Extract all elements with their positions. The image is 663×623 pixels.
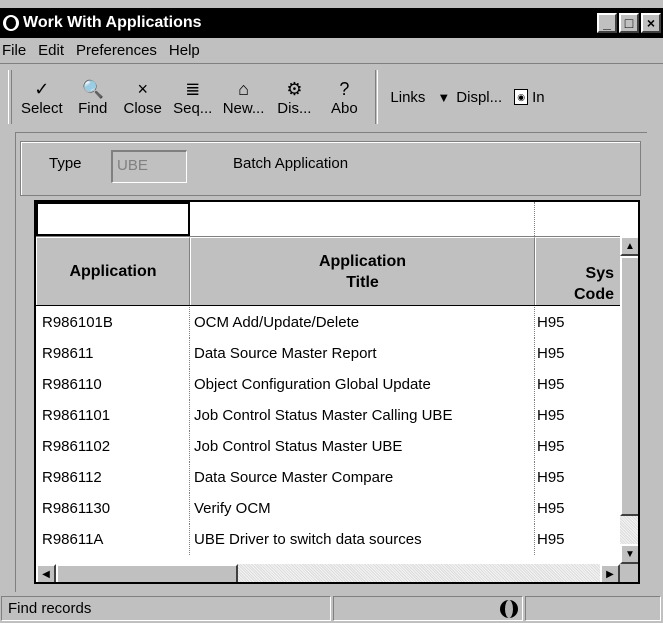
qbe-title-input[interactable] (190, 202, 535, 236)
maximize-button[interactable]: □ (619, 13, 639, 33)
table-row[interactable]: R98611A UBE Driver to switch data sources… (36, 524, 620, 555)
display-button[interactable]: ⚙ Dis... (269, 68, 319, 126)
cell-title[interactable]: OCM Add/Update/Delete (190, 307, 535, 338)
cell-syscode[interactable]: H95 (535, 307, 620, 338)
cell-title[interactable]: Object Configuration Global Update (190, 369, 535, 400)
horizontal-scroll-thumb[interactable] (56, 564, 238, 582)
vertical-scroll-thumb[interactable] (620, 256, 638, 516)
toolbar: ✓ Select 🔍 Find × Close ≣ Seq... ⌂ New..… (8, 68, 663, 126)
dropdown-triangle-icon: ▼ (437, 89, 451, 105)
cell-application[interactable]: R9861102 (36, 431, 190, 462)
cell-syscode[interactable]: H95 (535, 369, 620, 400)
table-row[interactable]: R9861101 Job Control Status Master Callin… (36, 400, 620, 431)
close-icon: × (137, 78, 148, 99)
cell-application[interactable]: R98611 (36, 338, 190, 369)
menu-bar: File Edit Preferences Help (0, 38, 663, 64)
vertical-scrollbar[interactable]: ▲ ▼ (620, 236, 638, 564)
sequence-icon: ≣ (185, 78, 201, 99)
globe-icon (500, 599, 518, 618)
type-field[interactable]: UBE (111, 150, 187, 183)
toolbar-grip[interactable] (8, 70, 12, 124)
column-header-syscode-line1: Sys (585, 265, 614, 282)
cell-application[interactable]: R986110 (36, 369, 190, 400)
type-description: Batch Application (233, 155, 349, 172)
links-button[interactable]: Links (384, 68, 431, 126)
cell-syscode[interactable]: H95 (535, 338, 620, 369)
cell-application[interactable]: R9861101 (36, 400, 190, 431)
document-icon: ◉ (514, 89, 529, 105)
cell-application[interactable]: R98611A (36, 524, 190, 555)
column-header-syscode[interactable]: Sys Code (535, 237, 620, 305)
sequence-button[interactable]: ≣ Seq... (168, 68, 218, 126)
cell-application[interactable]: R9861130 (36, 493, 190, 524)
menu-help[interactable]: Help (163, 42, 206, 59)
about-icon: ? (339, 78, 350, 99)
new-icon: ⌂ (238, 78, 249, 99)
cell-syscode[interactable]: H95 (535, 431, 620, 462)
horizontal-scrollbar[interactable]: ◀ ▶ (36, 564, 620, 582)
find-icon: 🔍 (81, 78, 104, 99)
qbe-row (36, 202, 638, 236)
scrollbar-corner (620, 564, 638, 582)
about-button[interactable]: ? Abo (319, 68, 369, 126)
check-icon: ✓ (34, 78, 50, 99)
window-title: Work With Applications (23, 14, 202, 31)
new-button[interactable]: ⌂ New... (218, 68, 270, 126)
app-globe-icon[interactable] (3, 15, 19, 31)
menu-file[interactable]: File (0, 42, 32, 59)
scroll-up-button[interactable]: ▲ (620, 236, 638, 256)
scroll-right-button[interactable]: ▶ (600, 564, 620, 582)
cell-application[interactable]: R986112 (36, 462, 190, 493)
column-header-syscode-line2: Code (574, 286, 614, 303)
grid-rows: R986101B OCM Add/Update/Delete H95 R98611 Da… (36, 307, 620, 555)
title-bar: Work With Applications _ □ × (0, 8, 663, 38)
display-dropdown[interactable]: ▼ Displ... (431, 68, 508, 126)
cell-title[interactable]: Verify OCM (190, 493, 535, 524)
toolbar-separator (375, 70, 379, 124)
table-row[interactable]: R9861130 Verify OCM H95 (36, 493, 620, 524)
in-button[interactable]: ◉ In (508, 68, 551, 126)
status-text: Find records (1, 596, 331, 621)
status-pane-2 (333, 596, 523, 621)
menu-edit[interactable]: Edit (32, 42, 70, 59)
qbe-application-input[interactable] (36, 202, 190, 236)
cell-title[interactable]: Data Source Master Compare (190, 462, 535, 493)
grid-header: Application Application Title Sys Code (36, 236, 620, 306)
table-row[interactable]: R986112 Data Source Master Compare H95 (36, 462, 620, 493)
find-button[interactable]: 🔍 Find (68, 68, 118, 126)
menu-preferences[interactable]: Preferences (70, 42, 163, 59)
applications-grid: Application Application Title Sys Code R… (34, 200, 640, 584)
column-header-application[interactable]: Application (36, 237, 190, 305)
column-header-title[interactable]: Application Title (190, 237, 535, 305)
table-row[interactable]: R986101B OCM Add/Update/Delete H95 (36, 307, 620, 338)
table-row[interactable]: R98611 Data Source Master Report H95 (36, 338, 620, 369)
column-header-title-line2: Title (346, 273, 379, 291)
cell-title[interactable]: UBE Driver to switch data sources (190, 524, 535, 555)
close-window-button[interactable]: × (641, 13, 661, 33)
close-button[interactable]: × Close (118, 68, 168, 126)
column-header-title-line1: Application (318, 252, 407, 270)
cell-syscode[interactable]: H95 (535, 524, 620, 555)
cell-syscode[interactable]: H95 (535, 400, 620, 431)
display-icon: ⚙ (286, 78, 303, 99)
minimize-button[interactable]: _ (597, 13, 617, 33)
cell-title[interactable]: Data Source Master Report (190, 338, 535, 369)
type-label: Type (49, 155, 82, 172)
cell-title[interactable]: Job Control Status Master Calling UBE (190, 400, 535, 431)
select-button[interactable]: ✓ Select (16, 68, 68, 126)
table-row[interactable]: R986110 Object Configuration Global Updat… (36, 369, 620, 400)
cell-application[interactable]: R986101B (36, 307, 190, 338)
cell-title[interactable]: Job Control Status Master UBE (190, 431, 535, 462)
table-row[interactable]: R9861102 Job Control Status Master UBE H95 (36, 431, 620, 462)
status-pane-3 (525, 596, 661, 621)
cell-syscode[interactable]: H95 (535, 462, 620, 493)
qbe-syscode-input[interactable] (535, 202, 638, 236)
cell-syscode[interactable]: H95 (535, 493, 620, 524)
scroll-left-button[interactable]: ◀ (36, 564, 56, 582)
status-bar: Find records (0, 594, 663, 623)
scroll-down-button[interactable]: ▼ (620, 544, 638, 564)
